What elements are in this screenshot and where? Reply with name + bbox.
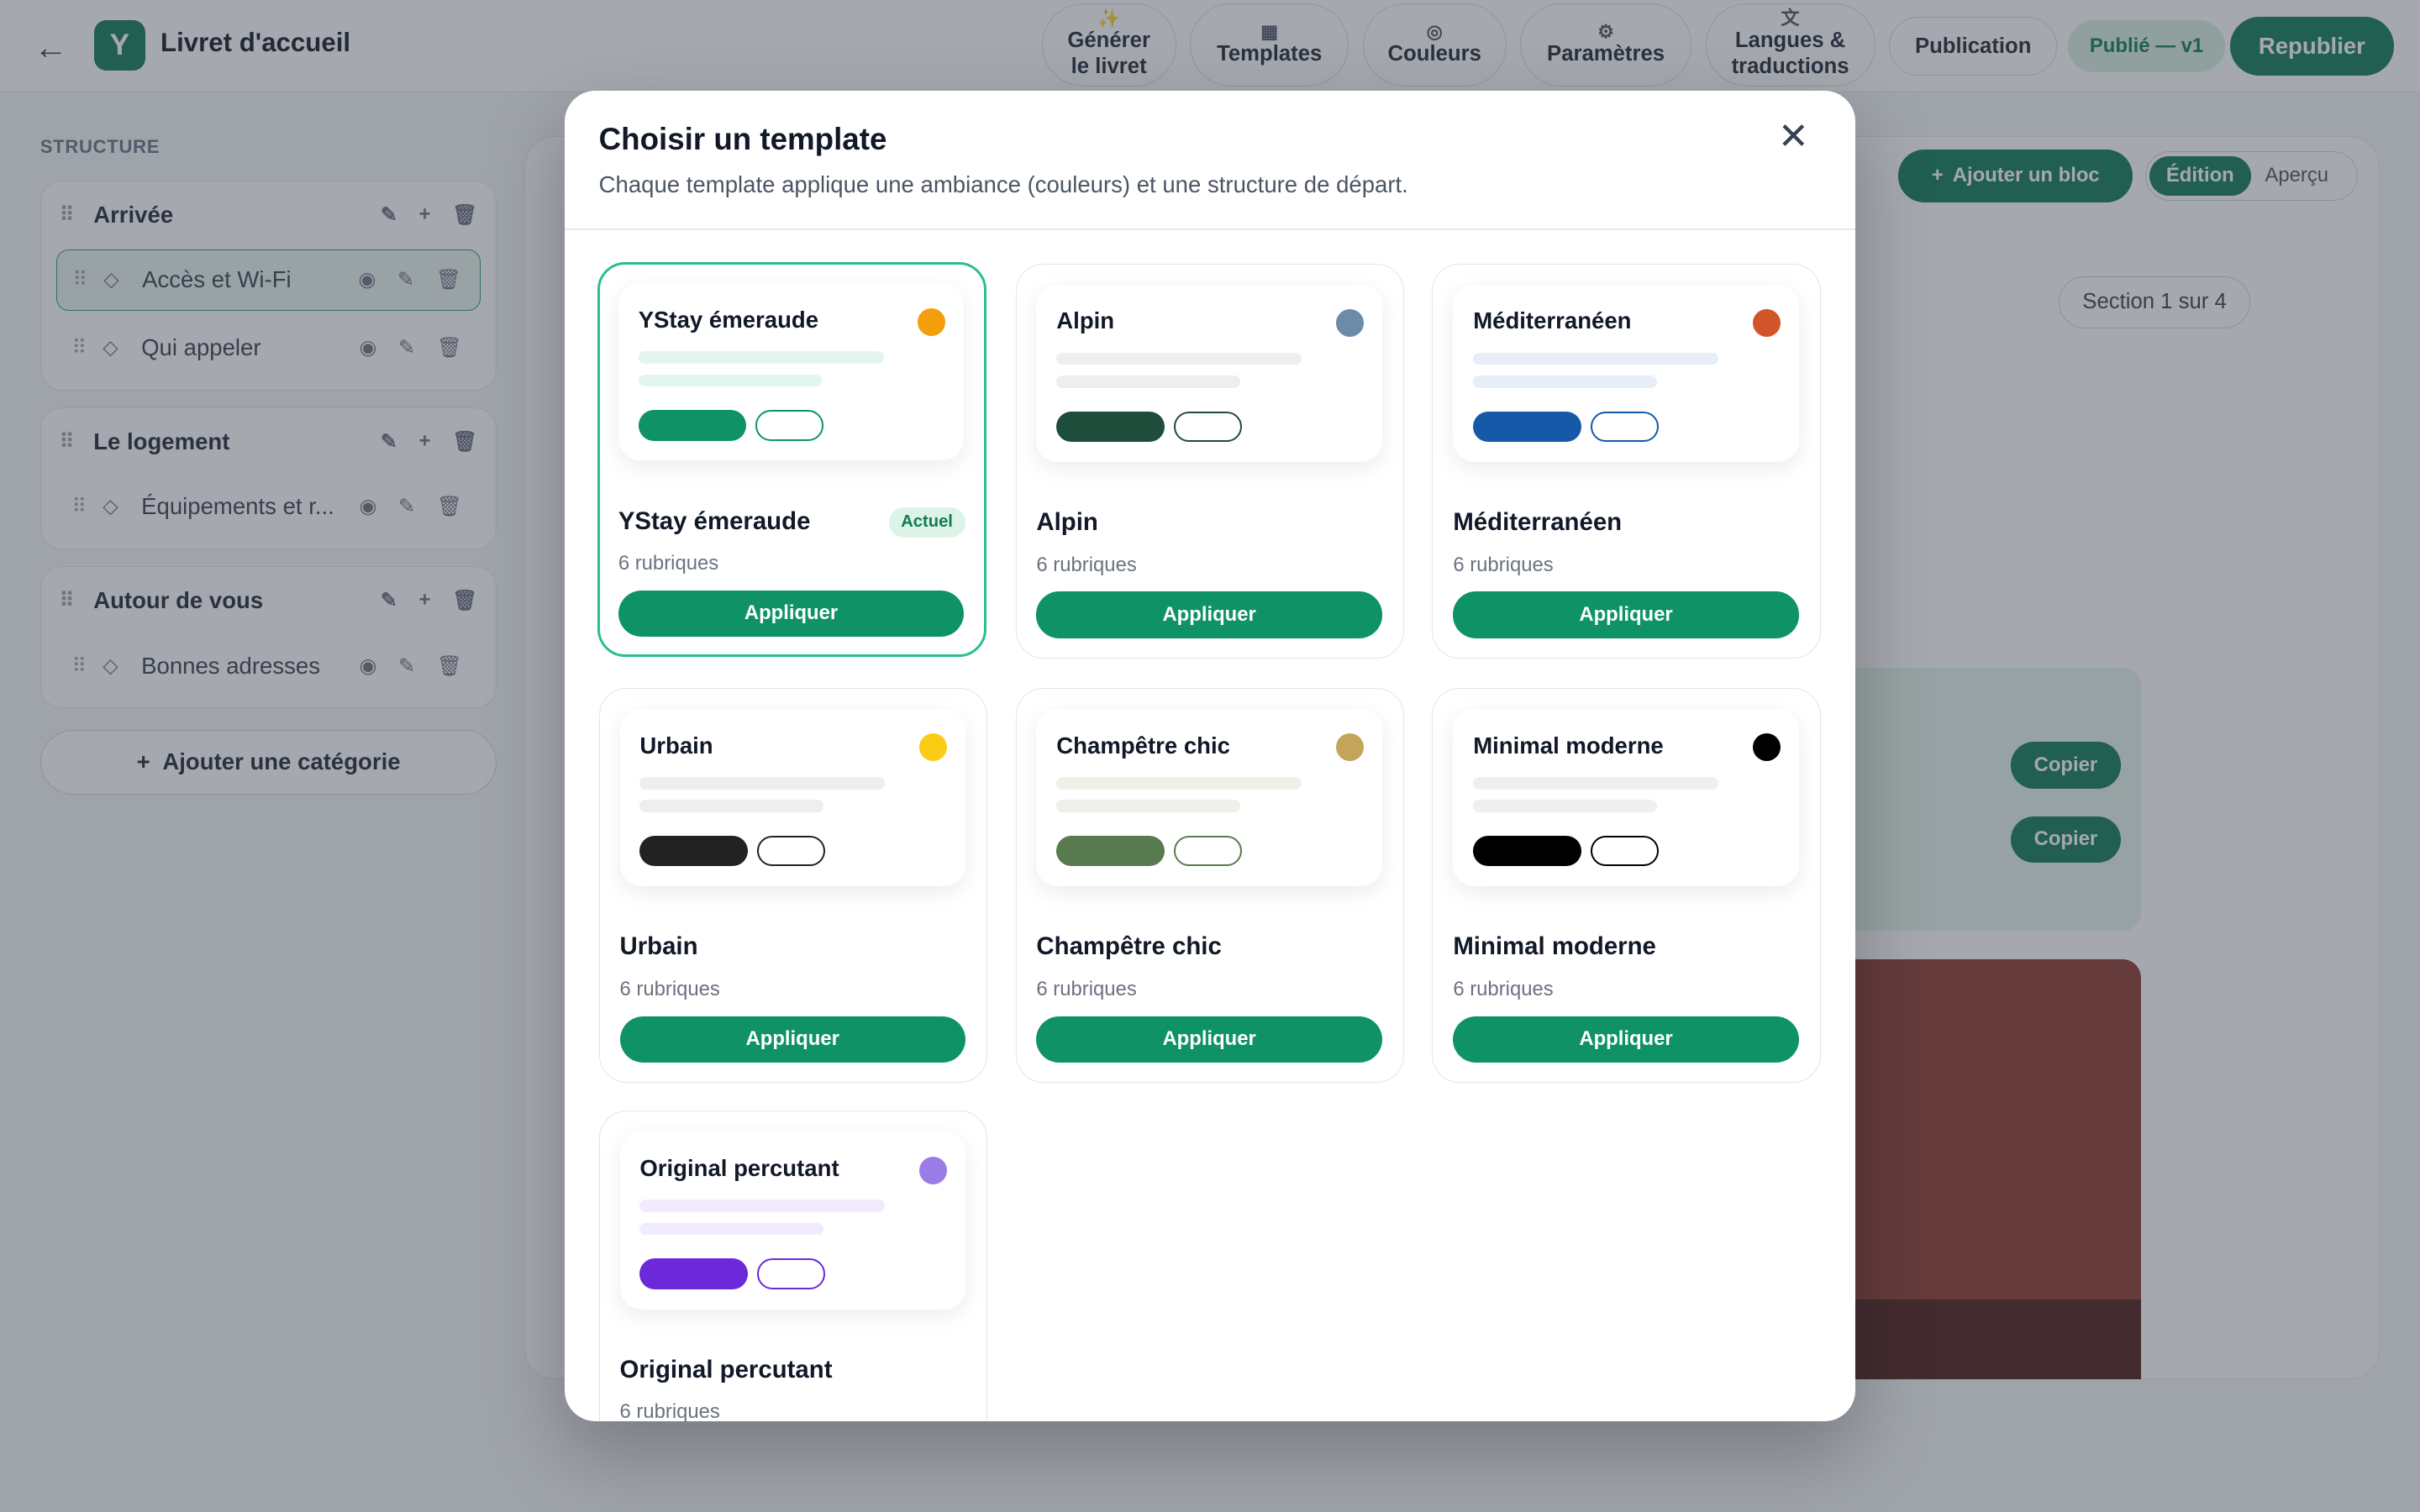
preview-line <box>1473 776 1719 790</box>
template-count: 6 rubriques <box>619 977 720 1000</box>
preview-line <box>639 1222 823 1236</box>
preview-secondary-button <box>756 835 825 867</box>
preview-secondary-button <box>755 409 824 441</box>
preview-primary-button <box>1473 411 1581 443</box>
preview-line <box>1056 776 1302 790</box>
template-name: Champêtre chic <box>1036 932 1222 961</box>
preview-secondary-button <box>1590 411 1659 443</box>
preview-line <box>638 351 884 364</box>
accent-dot <box>918 307 946 336</box>
preview-line <box>1056 375 1240 388</box>
accent-dot <box>1335 733 1364 762</box>
preview-line <box>639 1200 886 1212</box>
preview-line <box>1056 800 1240 813</box>
template-preview: Urbain <box>619 709 965 887</box>
template-card[interactable]: Méditerranéen Méditerranéen 6 rubriques … <box>1432 264 1822 659</box>
template-card[interactable]: Champêtre chic Champêtre chic 6 rubrique… <box>1015 688 1405 1084</box>
template-name: Urbain <box>619 932 698 961</box>
preview-name: Alpin <box>1056 307 1115 334</box>
template-count: 6 rubriques <box>619 1399 720 1421</box>
template-count: 6 rubriques <box>1453 977 1554 1000</box>
preview-name: Urbain <box>639 732 713 759</box>
template-card[interactable]: Alpin Alpin 6 rubriques Appliquer <box>1015 264 1405 659</box>
preview-line <box>1473 375 1657 388</box>
preview-line <box>639 776 886 790</box>
preview-secondary-button <box>1173 835 1242 867</box>
template-preview: YStay émeraude <box>618 283 965 461</box>
template-preview: Original percutant <box>619 1131 965 1310</box>
template-name: Alpin <box>1036 508 1098 537</box>
preview-primary-button <box>1473 835 1581 867</box>
accent-dot <box>918 733 947 762</box>
apply-button[interactable]: Appliquer <box>1036 1016 1382 1063</box>
dialog-title: Choisir un template <box>598 122 887 157</box>
preview-name: YStay émeraude <box>638 306 819 333</box>
preview-name: Original percutant <box>639 1154 839 1181</box>
template-name: YStay émeraude <box>618 507 811 535</box>
preview-line <box>1473 352 1719 365</box>
divider <box>565 228 1855 230</box>
preview-line <box>638 374 823 387</box>
accent-dot <box>1335 309 1364 338</box>
template-card[interactable]: Minimal moderne Minimal moderne 6 rubriq… <box>1432 688 1822 1084</box>
preview-primary-button <box>1056 835 1165 867</box>
template-preview: Méditerranéen <box>1453 284 1799 463</box>
preview-line <box>1056 352 1302 365</box>
preview-primary-button <box>1056 411 1165 443</box>
preview-name: Méditerranéen <box>1473 307 1632 334</box>
template-name: Minimal moderne <box>1453 932 1656 961</box>
apply-button[interactable]: Appliquer <box>619 1016 965 1063</box>
preview-secondary-button <box>756 1257 825 1289</box>
template-name: Original percutant <box>619 1355 833 1383</box>
preview-primary-button <box>639 835 748 867</box>
template-count: 6 rubriques <box>1036 977 1137 1000</box>
template-card[interactable]: YStay émeraude YStay émeraude Actuel 6 r… <box>597 262 986 658</box>
template-card[interactable]: Original percutant Original percutant 6 … <box>598 1110 988 1421</box>
apply-button[interactable]: Appliquer <box>1036 591 1382 638</box>
template-count: 6 rubriques <box>618 551 719 575</box>
template-preview: Alpin <box>1036 284 1382 463</box>
preview-line <box>1473 800 1657 813</box>
template-card[interactable]: Urbain Urbain 6 rubriques Appliquer <box>598 688 988 1084</box>
template-preview: Minimal moderne <box>1453 709 1799 887</box>
apply-button[interactable]: Appliquer <box>618 590 965 637</box>
current-badge: Actuel <box>888 507 965 538</box>
preview-secondary-button <box>1173 411 1242 443</box>
preview-primary-button <box>639 1257 748 1289</box>
apply-button[interactable]: Appliquer <box>1453 1016 1799 1063</box>
template-count: 6 rubriques <box>1453 553 1554 576</box>
template-name: Méditerranéen <box>1453 508 1623 537</box>
template-preview: Champêtre chic <box>1036 709 1382 887</box>
template-count: 6 rubriques <box>1036 553 1137 576</box>
preview-line <box>639 800 823 813</box>
dialog-subtitle: Chaque template applique une ambiance (c… <box>598 171 1408 197</box>
preview-secondary-button <box>1590 835 1659 867</box>
accent-dot <box>1752 309 1781 338</box>
preview-primary-button <box>638 409 747 441</box>
template-dialog: Choisir un template Chaque template appl… <box>565 91 1855 1421</box>
preview-name: Champêtre chic <box>1056 732 1230 759</box>
accent-dot <box>1752 733 1781 762</box>
preview-name: Minimal moderne <box>1473 732 1664 759</box>
apply-button[interactable]: Appliquer <box>1453 591 1799 638</box>
close-icon[interactable]: ✕ <box>1778 118 1809 155</box>
accent-dot <box>918 1156 947 1184</box>
